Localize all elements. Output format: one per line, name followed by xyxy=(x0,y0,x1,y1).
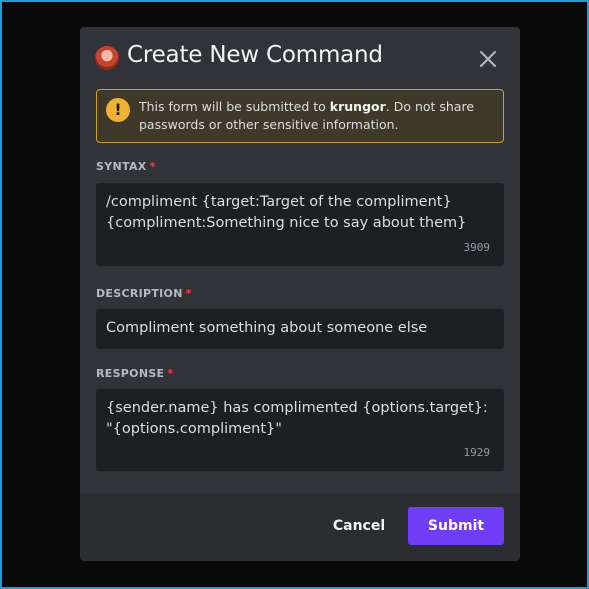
bot-avatar xyxy=(95,46,119,70)
cancel-button[interactable]: Cancel xyxy=(318,507,400,545)
response-value: {sender.name} has complimented {options.… xyxy=(106,400,488,437)
submit-button[interactable]: Submit xyxy=(408,507,504,545)
modal-title: Create New Command xyxy=(127,42,383,68)
syntax-field[interactable]: /compliment {target:Target of the compli… xyxy=(96,183,504,266)
required-marker: * xyxy=(185,287,192,300)
required-marker: * xyxy=(149,160,156,173)
required-marker: * xyxy=(167,367,174,380)
syntax-value: /compliment {target:Target of the compli… xyxy=(106,194,467,231)
response-label: RESPONSE * xyxy=(96,367,174,380)
response-field[interactable]: {sender.name} has complimented {options.… xyxy=(96,389,504,471)
warning-text: This form will be submitted to krungor. … xyxy=(139,99,475,132)
bot-name: krungor xyxy=(329,99,386,114)
syntax-char-counter: 3909 xyxy=(463,241,491,254)
response-char-counter: 1929 xyxy=(463,446,491,459)
close-icon[interactable] xyxy=(474,45,502,73)
modal-footer: Cancel Submit xyxy=(80,493,520,561)
create-command-modal: Create New Command ! This form will be s… xyxy=(80,27,520,561)
warning-banner: ! This form will be submitted to krungor… xyxy=(96,89,504,143)
description-value: Compliment something about someone else xyxy=(106,320,428,336)
screen-frame: Create New Command ! This form will be s… xyxy=(0,0,589,589)
description-field[interactable]: Compliment something about someone else xyxy=(96,309,504,349)
exclamation-icon: ! xyxy=(106,98,130,122)
syntax-label: SYNTAX * xyxy=(96,160,156,173)
modal-header: Create New Command xyxy=(80,27,520,87)
description-label: DESCRIPTION * xyxy=(96,287,192,300)
